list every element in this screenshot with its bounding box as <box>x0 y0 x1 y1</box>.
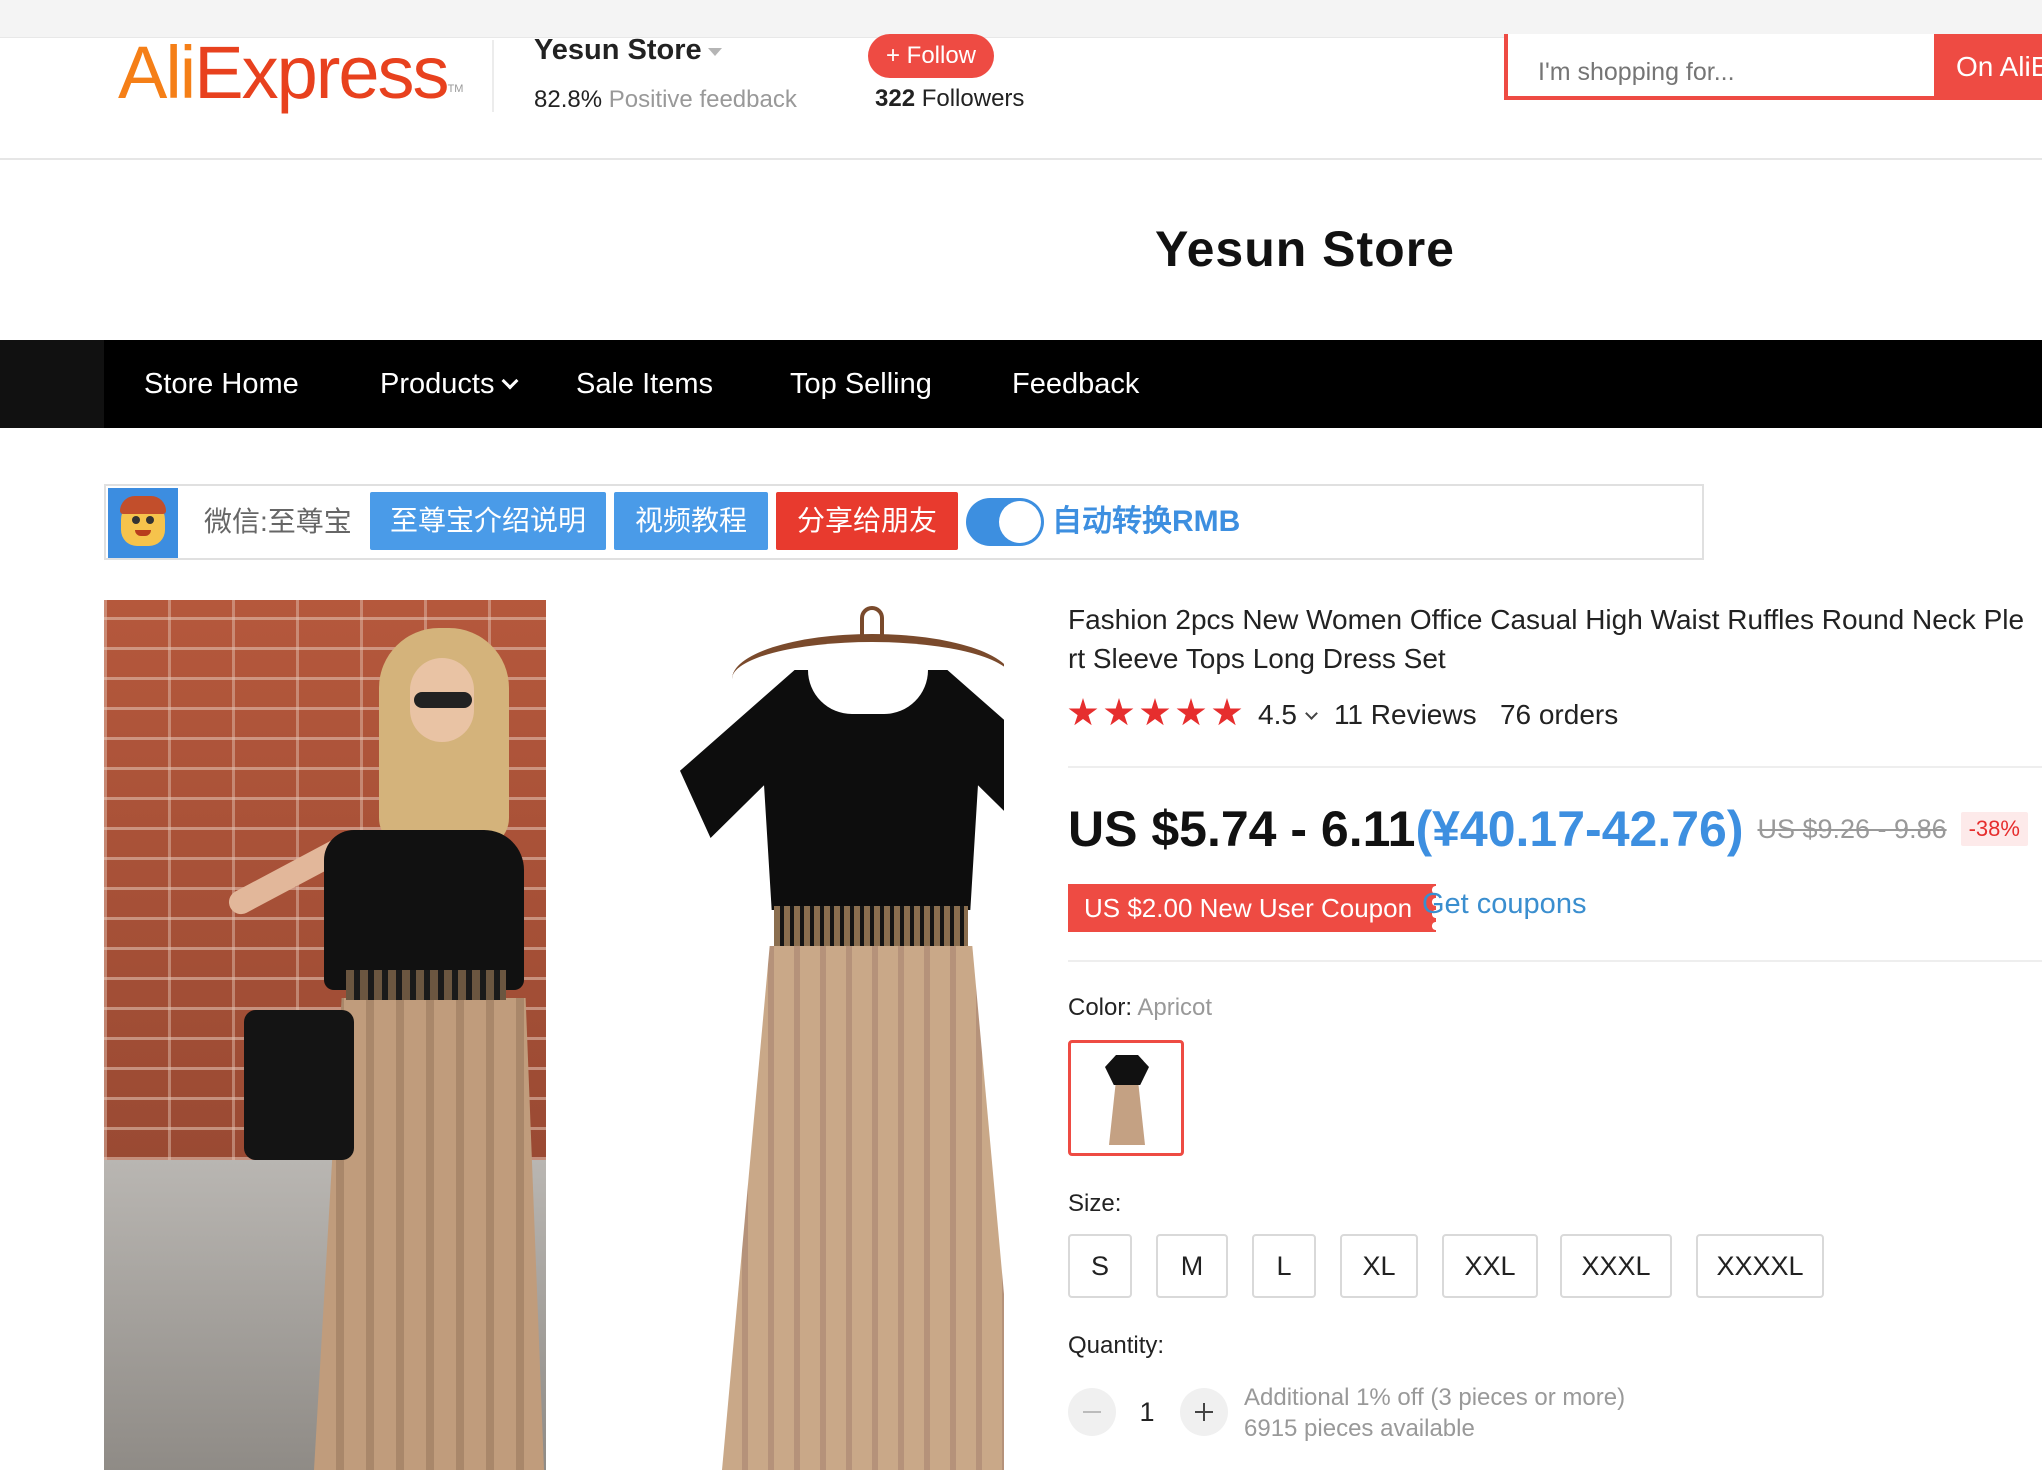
star-icon <box>1212 698 1242 726</box>
color-label-text: Color: <box>1068 994 1133 1021</box>
follow-button[interactable]: + Follow <box>868 34 994 78</box>
price-cny: (¥40.17-42.76) <box>1415 801 1744 857</box>
store-nav-bar: Store Home Products Sale Items Top Selli… <box>0 340 2042 428</box>
banner-store-title: Yesun Store <box>1155 221 1455 277</box>
price-original: US $9.26 - 9.86 <box>1757 814 1947 844</box>
nav-feedback[interactable]: Feedback <box>1012 340 1139 428</box>
nav-products-label: Products <box>380 368 495 400</box>
quantity-label: Quantity: <box>1068 1332 1165 1359</box>
nav-top-selling[interactable]: Top Selling <box>790 340 932 428</box>
quantity-increase-button[interactable] <box>1180 1388 1228 1436</box>
star-icon <box>1176 698 1206 726</box>
size-option-xxl[interactable]: XXL <box>1442 1234 1538 1298</box>
aliexpress-logo[interactable]: AliExpressTM <box>118 28 463 118</box>
product-title-line2: rt Sleeve Tops Long Dress Set <box>1068 643 1446 674</box>
size-option-s[interactable]: S <box>1068 1234 1132 1298</box>
store-banner: Yesun Store <box>0 160 2042 340</box>
quantity-decrease-button[interactable] <box>1068 1388 1116 1436</box>
product-title-line1: Fashion 2pcs New Women Office Casual Hig… <box>1068 604 2025 635</box>
price-usd: US $5.74 - 6.11 <box>1068 801 1416 857</box>
nav-left-shade <box>0 340 104 428</box>
divider <box>1068 766 2042 768</box>
positive-feedback-label: Positive feedback <box>608 86 797 113</box>
size-option-l[interactable]: L <box>1252 1234 1316 1298</box>
size-option-m[interactable]: M <box>1156 1234 1228 1298</box>
divider <box>1068 960 2042 962</box>
followers-count: 322 Followers <box>875 85 1024 113</box>
model-photo <box>104 600 546 1470</box>
color-swatch-apricot[interactable] <box>1068 1040 1184 1156</box>
store-name-link[interactable]: Yesun Store <box>534 34 702 67</box>
price-row: US $5.74 - 6.11(¥40.17-42.76) US $9.26 - … <box>1068 800 2028 858</box>
header-divider <box>492 40 494 112</box>
caret-down-icon[interactable] <box>708 48 722 56</box>
dress-photo <box>546 600 1004 1470</box>
bulk-discount-note: Additional 1% off (3 pieces or more) <box>1244 1384 1626 1411</box>
get-coupons-link[interactable]: Get coupons <box>1422 888 1586 921</box>
share-button[interactable]: 分享给朋友 <box>776 492 958 550</box>
toggle-knob <box>999 501 1041 543</box>
followers-label: Followers <box>921 85 1025 112</box>
size-option-xxxl[interactable]: XXXL <box>1560 1234 1672 1298</box>
video-tutorial-button[interactable]: 视频教程 <box>614 492 768 550</box>
wechat-label: 微信:至尊宝 <box>204 506 352 537</box>
nav-sale-items[interactable]: Sale Items <box>576 340 713 428</box>
auto-convert-label: 自动转换RMB <box>1052 505 1241 538</box>
rating-value[interactable]: 4.5 <box>1258 699 1297 730</box>
positive-feedback-percent: 82.8% <box>534 86 603 113</box>
auto-convert-toggle[interactable] <box>966 498 1044 546</box>
nav-store-home[interactable]: Store Home <box>144 340 299 428</box>
chevron-down-icon[interactable] <box>1305 707 1318 720</box>
orders-count: 76 orders <box>1499 699 1619 730</box>
color-value: Apricot <box>1137 994 1213 1021</box>
product-image-gallery[interactable] <box>104 600 1004 1470</box>
positive-feedback: 82.8% Positive feedback <box>534 86 797 114</box>
followers-number: 322 <box>875 85 916 112</box>
star-icon <box>1068 698 1098 726</box>
top-header: AliExpressTM Yesun Store 82.8% Positive … <box>0 0 2042 160</box>
discount-badge: -38% <box>1960 812 2028 846</box>
star-icon <box>1140 698 1170 726</box>
quantity-note: Additional 1% off (3 pieces or more) 691… <box>1244 1382 1625 1444</box>
star-icon <box>1104 698 1134 726</box>
chevron-down-icon <box>501 372 519 390</box>
search-input[interactable] <box>1504 34 1934 100</box>
size-option-xl[interactable]: XL <box>1340 1234 1418 1298</box>
size-label: Size: <box>1068 1190 1122 1217</box>
nav-products[interactable]: Products <box>380 340 519 428</box>
product-title: Fashion 2pcs New Women Office Casual Hig… <box>1068 600 2042 678</box>
new-user-coupon[interactable]: US $2.00 New User Coupon <box>1068 884 1437 932</box>
reviews-link[interactable]: 11 Reviews <box>1334 699 1477 730</box>
rating-row: 4.5 11 Reviews 76 orders <box>1068 698 1618 738</box>
plugin-avatar-icon[interactable] <box>108 488 178 558</box>
plugin-toolbar: 微信:至尊宝 至尊宝介绍说明 视频教程 分享给朋友 自动转换RMB <box>104 484 1704 560</box>
color-label: Color: Apricot <box>1068 994 1212 1022</box>
size-option-xxxxl[interactable]: XXXXL <box>1696 1234 1824 1298</box>
stock-available: 6915 pieces available <box>1244 1415 1475 1442</box>
search-on-aliexpress-button[interactable]: On AliE <box>1934 34 2042 100</box>
quantity-input[interactable]: 1 <box>1122 1388 1172 1436</box>
intro-button[interactable]: 至尊宝介绍说明 <box>370 492 606 550</box>
